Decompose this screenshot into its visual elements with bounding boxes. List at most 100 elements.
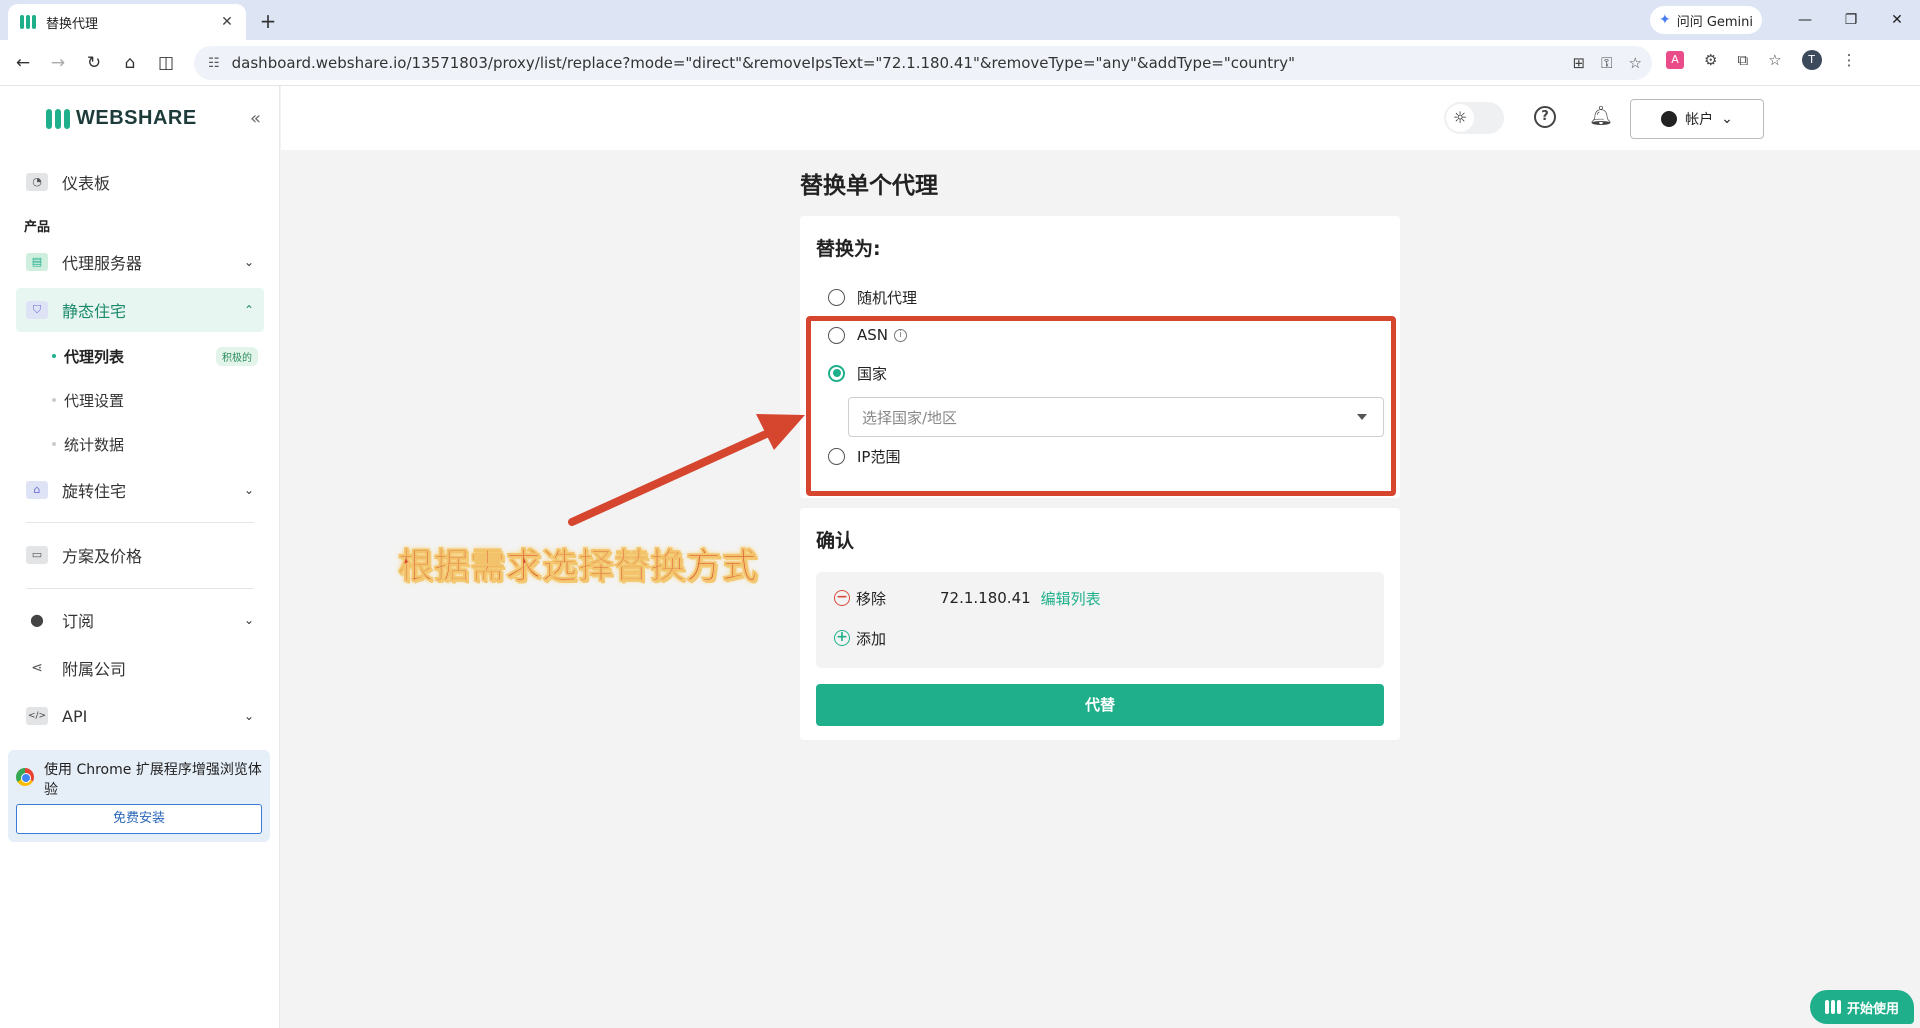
url-text: dashboard.webshare.io/13571803/proxy/lis… bbox=[231, 54, 1296, 72]
gemini-label: 问问 Gemini bbox=[1676, 14, 1754, 30]
browser-tab-active[interactable]: 替换代理 ✕ bbox=[8, 4, 246, 40]
address-bar[interactable]: ☷ dashboard.webshare.io/13571803/proxy/l… bbox=[194, 46, 1652, 80]
webshare-favicon-icon bbox=[20, 15, 36, 29]
bullet-dot bbox=[52, 354, 56, 358]
browser-menu-icon[interactable]: ⋮ bbox=[1842, 51, 1857, 69]
replace-with-title: 替换为: bbox=[816, 238, 881, 260]
add-row: + 添加 bbox=[834, 626, 940, 650]
sidebar-item-label: 方案及价格 bbox=[62, 547, 143, 566]
back-arrow-icon[interactable]: ← bbox=[9, 49, 37, 77]
webshare-logo[interactable]: WEBSHARE bbox=[46, 107, 197, 130]
sidebar-subitem-proxy-list[interactable]: 代理列表 积极的 bbox=[52, 341, 258, 371]
sidebar-subitem-proxy-settings[interactable]: 代理设置 bbox=[52, 385, 258, 415]
status-badge: 积极的 bbox=[216, 346, 258, 366]
sidebar-item-api[interactable]: </> API ⌄ bbox=[16, 694, 264, 738]
bullet-dot bbox=[52, 442, 56, 446]
sidebar-item-label: 静态住宅 bbox=[62, 302, 127, 321]
sidebar-item-subscription[interactable]: ● 订阅 ⌄ bbox=[16, 598, 264, 642]
extensions-puzzle-icon[interactable]: ⧉ bbox=[1737, 51, 1748, 69]
sub-item-label: 代理设置 bbox=[64, 391, 125, 410]
remove-row: − 移除 72.1.180.41 编辑列表 bbox=[834, 586, 1101, 610]
tab-title: 替换代理 bbox=[46, 16, 99, 32]
sidebar-item-label: 订阅 bbox=[62, 612, 95, 631]
sidebar-item-label: 代理服务器 bbox=[62, 254, 143, 273]
code-icon: </> bbox=[26, 707, 48, 725]
sun-icon: ☼ bbox=[1446, 104, 1474, 132]
plus-circle-icon: + bbox=[834, 630, 850, 646]
free-install-button[interactable]: 免费安装 bbox=[16, 804, 262, 834]
annotation-highlight-box bbox=[806, 316, 1396, 496]
edit-list-link[interactable]: 编辑列表 bbox=[1041, 588, 1101, 609]
sidebar-item-proxy-servers[interactable]: ▤ 代理服务器 ⌄ bbox=[16, 240, 264, 284]
page-title: 替换单个代理 bbox=[800, 173, 938, 199]
sidebar-subitem-statistics[interactable]: 统计数据 bbox=[52, 429, 258, 459]
sidebar: WEBSHARE « ◔ 仪表板 产品 ▤ 代理服务器 ⌄ ⛉ 静态住宅 ⌃ 代… bbox=[0, 86, 280, 1028]
server-icon: ▤ bbox=[26, 253, 48, 271]
sidebar-item-label: 附属公司 bbox=[62, 660, 127, 679]
page-header: ☼ ? 🔔︎ 帐户 ⌄ bbox=[281, 86, 1920, 150]
sidebar-item-plans-pricing[interactable]: ▭ 方案及价格 bbox=[16, 533, 264, 577]
start-using-button[interactable]: 开始使用 bbox=[1810, 990, 1914, 1024]
translate-icon[interactable]: ⊞ bbox=[1573, 54, 1586, 72]
site-info-icon[interactable]: ☷ bbox=[208, 56, 220, 71]
restore-window-button[interactable]: ❐ bbox=[1836, 8, 1866, 32]
share-icon: ⋖ bbox=[31, 660, 43, 676]
bookmark-star-icon[interactable]: ☆ bbox=[1629, 54, 1642, 72]
tab-close-icon[interactable]: ✕ bbox=[218, 14, 236, 30]
ask-gemini-button[interactable]: ✦ 问问 Gemini bbox=[1650, 6, 1762, 34]
sub-item-label: 统计数据 bbox=[64, 435, 125, 454]
new-tab-button[interactable]: + bbox=[254, 8, 282, 36]
bullet-dot bbox=[52, 398, 56, 402]
sidebar-item-label: API bbox=[62, 706, 88, 726]
confirm-card: 确认 − 移除 72.1.180.41 编辑列表 + 添加 代替 bbox=[800, 508, 1400, 740]
sidebar-item-dashboard[interactable]: ◔ 仪表板 bbox=[16, 160, 264, 204]
chevron-down-icon: ⌄ bbox=[243, 255, 254, 269]
help-icon[interactable]: ? bbox=[1534, 106, 1556, 128]
sidebar-item-affiliates[interactable]: ⋖ 附属公司 bbox=[16, 646, 264, 690]
chrome-extension-promo: 使用 Chrome 扩展程序增强浏览体验 免费安装 bbox=[8, 750, 270, 842]
collapse-sidebar-icon[interactable]: « bbox=[250, 108, 261, 129]
remove-ip-value: 72.1.180.41 bbox=[940, 589, 1031, 607]
minimize-window-button[interactable]: — bbox=[1790, 8, 1820, 32]
sidebar-item-static-residential[interactable]: ⛉ 静态住宅 ⌃ bbox=[16, 288, 264, 332]
theme-toggle[interactable]: ☼ bbox=[1444, 102, 1504, 134]
chevron-down-icon: ⌄ bbox=[243, 483, 254, 497]
promo-text: 使用 Chrome 扩展程序增强浏览体验 bbox=[44, 762, 262, 798]
gauge-icon: ◔ bbox=[26, 173, 48, 191]
profile-avatar[interactable]: T bbox=[1801, 50, 1822, 70]
home-icon[interactable]: ⌂ bbox=[116, 49, 144, 77]
reload-icon[interactable]: ↻ bbox=[80, 49, 108, 77]
shield-icon: ⛉ bbox=[26, 301, 48, 319]
replace-button[interactable]: 代替 bbox=[816, 684, 1384, 726]
forward-arrow-icon[interactable]: → bbox=[44, 49, 72, 77]
bookmarks-icon[interactable]: ☆ bbox=[1768, 51, 1781, 69]
webshare-logo-icon bbox=[1824, 1000, 1841, 1014]
credit-card-icon: ▭ bbox=[26, 546, 48, 564]
chevron-down-icon: ⌄ bbox=[243, 613, 254, 627]
sub-item-label: 代理列表 bbox=[64, 347, 125, 366]
bell-icon[interactable]: 🔔︎ bbox=[1589, 104, 1613, 127]
sidebar-divider bbox=[26, 588, 254, 589]
webshare-logo-icon bbox=[46, 108, 70, 129]
confirm-summary: − 移除 72.1.180.41 编辑列表 + 添加 bbox=[816, 572, 1384, 668]
browser-tab-strip: 替换代理 ✕ + ✦ 问问 Gemini — ❐ ✕ bbox=[0, 0, 1920, 40]
password-key-icon[interactable]: ⚿ bbox=[1601, 54, 1612, 72]
sidebar-divider bbox=[26, 522, 254, 523]
section-title-products: 产品 bbox=[24, 220, 51, 235]
split-view-icon[interactable]: ◫ bbox=[152, 49, 180, 77]
close-window-button[interactable]: ✕ bbox=[1882, 8, 1912, 32]
account-avatar-icon bbox=[1661, 111, 1678, 127]
annotation-arrow-icon bbox=[568, 414, 805, 526]
extension-pink-icon[interactable]: A bbox=[1666, 51, 1684, 69]
account-menu-button[interactable]: 帐户 ⌄ bbox=[1630, 99, 1764, 139]
radio-label: 随机代理 bbox=[857, 288, 918, 307]
radio-random-proxy[interactable]: 随机代理 bbox=[828, 285, 917, 309]
sidebar-item-label: 仪表板 bbox=[62, 174, 111, 193]
add-label: 添加 bbox=[856, 629, 887, 648]
sidebar-item-rotating-residential[interactable]: ⌂ 旋转住宅 ⌄ bbox=[16, 468, 264, 512]
radio-button[interactable] bbox=[828, 288, 845, 306]
remove-label: 移除 bbox=[856, 589, 887, 608]
logo-text: WEBSHARE bbox=[76, 107, 197, 129]
extension-gear-icon[interactable]: ⚙ bbox=[1704, 51, 1717, 69]
chevron-up-icon: ⌃ bbox=[243, 303, 254, 317]
